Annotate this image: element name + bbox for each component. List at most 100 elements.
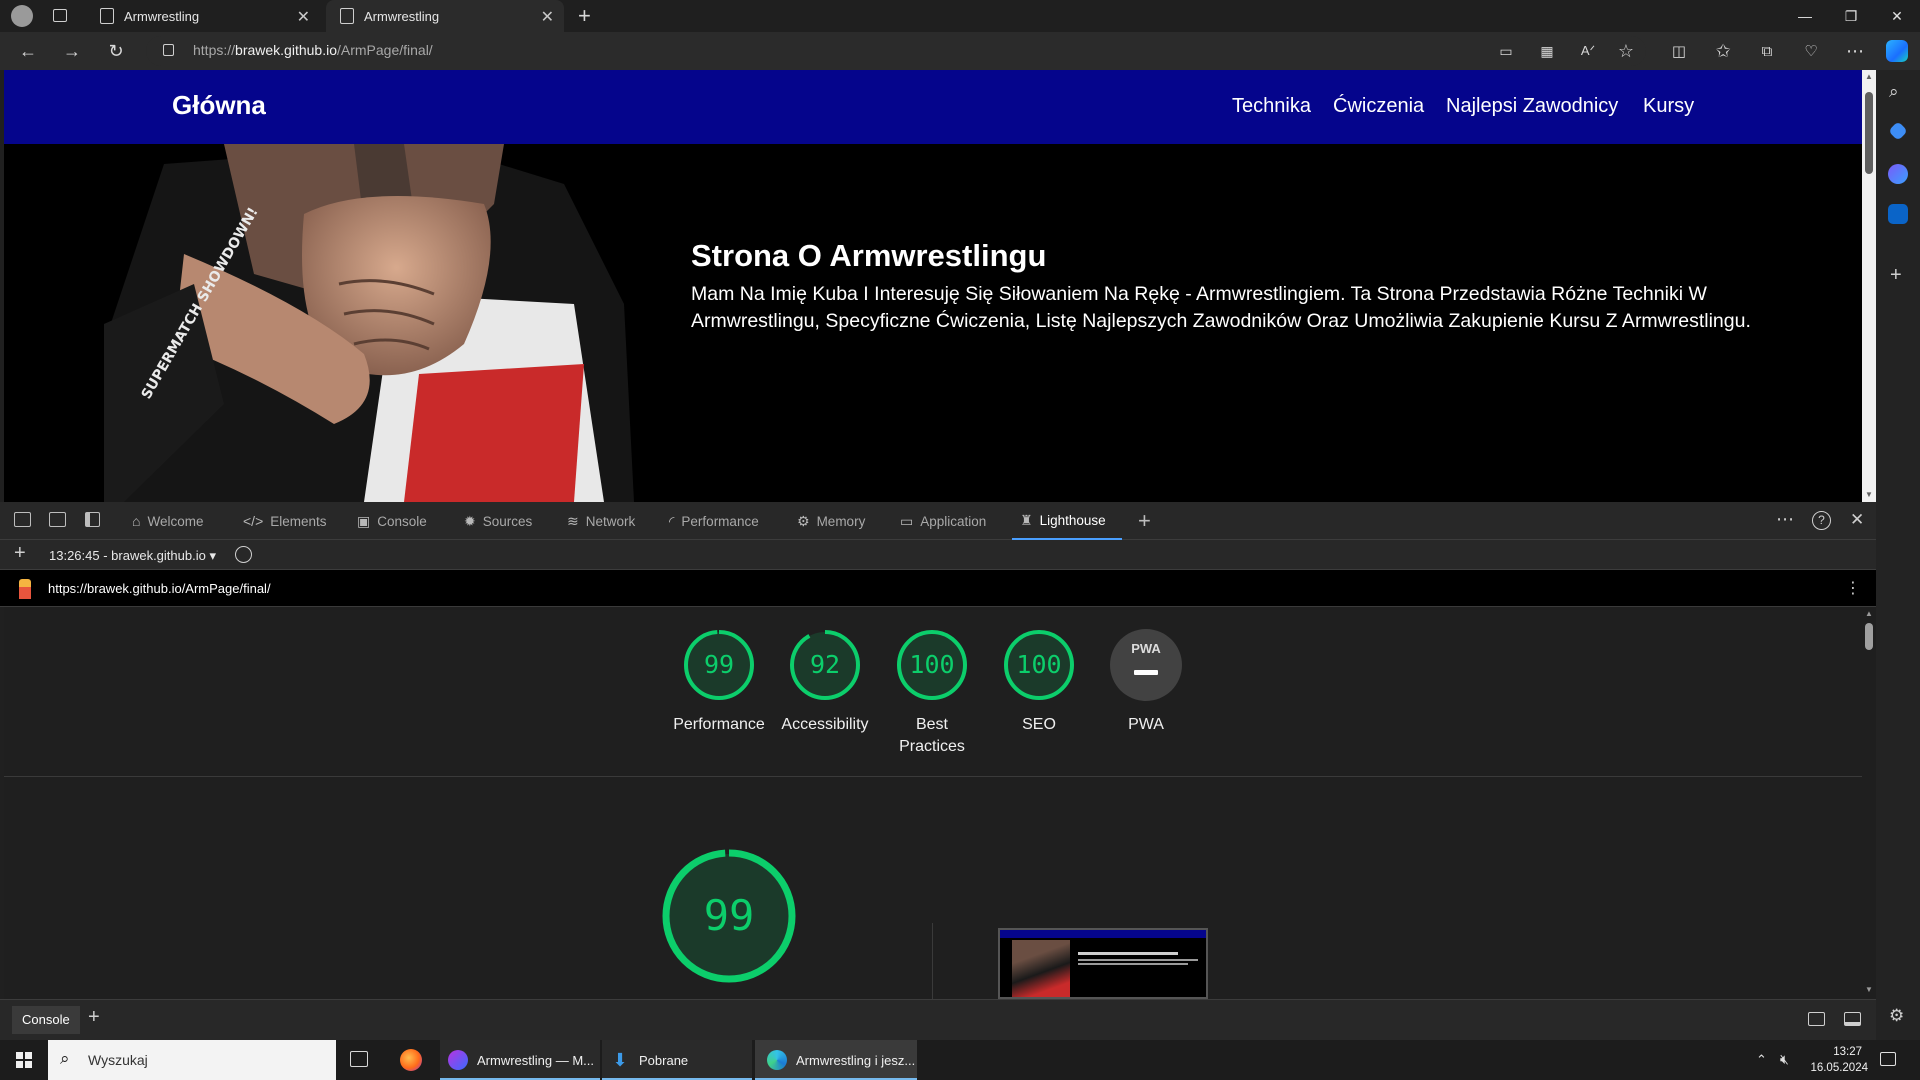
tab-network[interactable]: ≋ Network [567,502,635,540]
close-devtools-icon[interactable]: ✕ [1850,510,1864,530]
more-menu-icon[interactable]: ⋯ [1841,38,1869,64]
page-icon [100,8,114,24]
sidebar-settings-icon[interactable]: ⚙ [1889,1006,1904,1026]
nav-link-technika[interactable]: Technika [1232,95,1311,118]
dock-drawer-icon[interactable] [1808,1012,1825,1026]
notifications-icon[interactable] [1880,1052,1896,1066]
score-accessibility[interactable]: 92 Accessibility [770,629,880,736]
volume-muted-icon[interactable]: 🔇︎ [1780,1051,1789,1068]
tab-welcome[interactable]: ⌂ Welcome [132,502,204,540]
score-pwa[interactable]: PWA PWA [1091,629,1201,736]
browser-tab-strip: Armwrestling ✕ Armwrestling ✕ + — ❐ ✕ [0,0,1920,32]
profile-avatar[interactable] [11,5,33,27]
dock-side-icon[interactable] [85,512,100,527]
scroll-down-arrow[interactable]: ▼ [1865,490,1873,499]
dropdown-caret-icon: ▾ [205,548,216,563]
clear-reports-icon[interactable] [235,546,252,563]
copilot-icon[interactable] [1886,40,1908,62]
back-button[interactable]: ← [14,38,42,64]
thumb-text [1078,959,1198,961]
collections-icon[interactable]: ⧉ [1753,38,1781,64]
device-emulation-icon[interactable] [49,512,66,527]
report-url[interactable]: https://brawek.github.io/ArmPage/final/ [48,581,271,596]
report-scrollbar[interactable]: ▲ ▼ [1862,607,1876,999]
score-best-practices[interactable]: 100 Best Practices [877,629,987,758]
drawer-tab-console[interactable]: Console [12,1006,80,1034]
nav-link-cwiczenia[interactable]: Ćwiczenia [1333,95,1424,118]
clock[interactable]: 13:27 16.05.2024 [1806,1044,1868,1076]
tab-performance[interactable]: ◜ Performance [669,502,759,540]
refresh-button[interactable]: ↻ [102,38,130,64]
page-scrollbar[interactable]: ▲ ▼ [1862,70,1876,502]
windows-start-icon[interactable] [16,1052,32,1068]
app-available-icon[interactable]: ▭ [1492,38,1520,64]
report-selector[interactable]: 13:26:45 - brawek.github.io ▾ [49,548,216,564]
task-view-icon[interactable] [350,1051,368,1067]
shopping-tag-icon[interactable] [1888,121,1908,141]
close-window-button[interactable]: ✕ [1874,0,1920,32]
favorites-icon[interactable]: ✩ [1709,38,1737,64]
hero-photo: SUPERMATCH SHOWDOWN! [104,144,636,502]
tab-lighthouse[interactable]: ♜ Lighthouse [1012,502,1122,540]
split-screen-icon[interactable]: ◫ [1665,38,1693,64]
forward-button[interactable]: → [58,38,86,64]
inspect-element-icon[interactable] [14,512,31,527]
tab-console[interactable]: ▣ Console [357,502,427,540]
wifi-icon: ≋ [567,512,579,529]
nav-home-link[interactable]: Główna [172,90,266,121]
taskbar-app-firefox-dev[interactable]: Armwrestling — M... [440,1040,600,1080]
thumb-nav [1000,930,1206,938]
close-tab-icon[interactable]: ✕ [541,7,554,27]
browser-tab-1[interactable]: Armwrestling ✕ [86,0,320,32]
devtools-more-icon[interactable]: ⋯ [1776,509,1794,530]
lighthouse-url-bar: https://brawek.github.io/ArmPage/final/ … [0,570,1876,607]
taskbar-search-box[interactable]: ⌕ Wyszukaj [48,1040,336,1080]
extensions-icon[interactable]: ▦ [1533,38,1561,64]
url-text: https://brawek.github.io/ArmPage/final/ [193,42,433,58]
firefox-dev-icon [448,1050,468,1070]
close-tab-icon[interactable]: ✕ [297,7,310,27]
tab-elements[interactable]: </> Elements [243,502,327,540]
tab-actions-icon[interactable] [53,9,67,22]
more-tools-button[interactable]: + [1138,508,1151,534]
nav-link-zawodnicy[interactable]: Najlepsi Zawodnicy [1446,95,1618,118]
restore-button[interactable]: ❐ [1828,0,1874,32]
section-divider [4,776,1862,777]
minimize-button[interactable]: — [1782,0,1828,32]
add-drawer-tab-icon[interactable]: + [88,1006,100,1029]
console-icon: ▣ [357,512,371,529]
help-icon[interactable]: ? [1812,511,1831,530]
gauge-icon: ◜ [669,512,675,529]
score-performance[interactable]: 99 Performance [664,629,774,736]
taskbar-app-downloads[interactable]: ⬇ Pobrane [602,1040,752,1080]
performance-heart-icon[interactable]: ♡ [1797,38,1825,64]
browser-tab-2-active[interactable]: Armwrestling ✕ [326,0,564,32]
read-aloud-icon[interactable]: Aᐟ [1574,38,1602,64]
scroll-down-arrow[interactable]: ▼ [1865,985,1873,994]
scroll-up-arrow[interactable]: ▲ [1865,609,1873,618]
copilot-apps-icon[interactable] [1888,164,1908,184]
scrollbar-thumb[interactable] [1865,623,1873,650]
lighthouse-logo-icon [19,579,31,599]
score-seo[interactable]: 100 SEO [984,629,1094,736]
taskbar-app-edge[interactable]: Armwrestling i jesz... [755,1040,917,1080]
tab-sources[interactable]: ✹ Sources [464,502,532,540]
tab-memory[interactable]: ⚙ Memory [797,502,865,540]
tab-application[interactable]: ▭ Application [900,502,986,540]
new-report-icon[interactable]: + [14,542,26,565]
report-menu-icon[interactable]: ⋮ [1845,578,1861,598]
add-sidebar-app-icon[interactable]: + [1890,264,1902,287]
nav-link-kursy[interactable]: Kursy [1643,95,1694,118]
score-value: 99 [703,650,735,679]
scrollbar-thumb[interactable] [1865,92,1873,174]
lock-icon[interactable] [163,44,174,56]
new-tab-button[interactable]: + [578,3,591,29]
outlook-icon[interactable] [1888,204,1908,224]
favorite-star-icon[interactable]: ☆ [1612,38,1640,64]
search-icon[interactable]: ⌕ [1889,82,1899,102]
close-drawer-icon[interactable] [1844,1012,1861,1026]
page-screenshot-thumbnail[interactable] [998,928,1208,999]
firefox-icon[interactable] [400,1049,422,1071]
scroll-up-arrow[interactable]: ▲ [1865,72,1873,81]
show-hidden-icons[interactable]: ⌃ [1756,1052,1767,1068]
